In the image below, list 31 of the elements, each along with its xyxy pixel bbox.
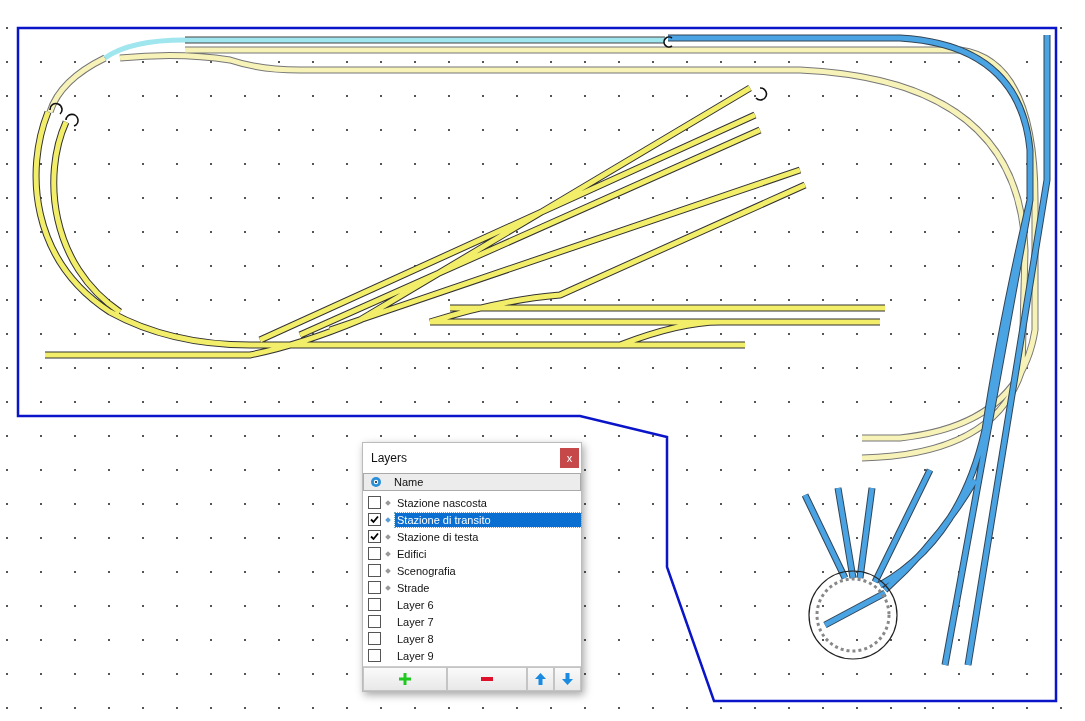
layer-checkbox[interactable]: [368, 513, 381, 526]
down-arrow-icon: [562, 673, 573, 685]
layer-checkbox[interactable]: [368, 564, 381, 577]
layer-name[interactable]: Stazione nascosta: [395, 495, 489, 510]
layer-name[interactable]: Strade: [395, 580, 432, 595]
up-arrow-icon: [535, 673, 546, 685]
layer-name[interactable]: Scenografia: [395, 563, 458, 578]
layer-checkbox[interactable]: [368, 547, 381, 560]
layer-checkbox[interactable]: [368, 598, 381, 611]
layer-checkbox[interactable]: [368, 615, 381, 628]
minus-icon: [481, 677, 493, 681]
plus-icon: [399, 673, 411, 685]
layer-checkbox[interactable]: [368, 496, 381, 509]
layer-name[interactable]: Stazione di testa: [395, 529, 481, 544]
layer-checkbox[interactable]: [368, 649, 381, 662]
layer-name[interactable]: Edifici: [395, 546, 429, 561]
dialog-title: Layers: [371, 451, 408, 465]
layer-checkbox[interactable]: [368, 530, 381, 543]
remove-button[interactable]: [447, 667, 527, 691]
column-header: Name: [394, 476, 424, 488]
layer-checkbox[interactable]: [368, 632, 381, 645]
layer-name[interactable]: Layer 8: [395, 631, 436, 646]
layer-name[interactable]: Layer 7: [395, 614, 436, 629]
move-up-button[interactable]: [527, 667, 554, 691]
move-down-button[interactable]: [554, 667, 581, 691]
layer-name[interactable]: Layer 6: [395, 597, 436, 612]
layer-checkbox[interactable]: [368, 581, 381, 594]
layer-name[interactable]: Layer 9: [395, 648, 436, 663]
visibility-icon: [370, 476, 382, 488]
layer-name[interactable]: Stazione di transito: [395, 512, 581, 527]
close-button[interactable]: x: [560, 448, 579, 468]
